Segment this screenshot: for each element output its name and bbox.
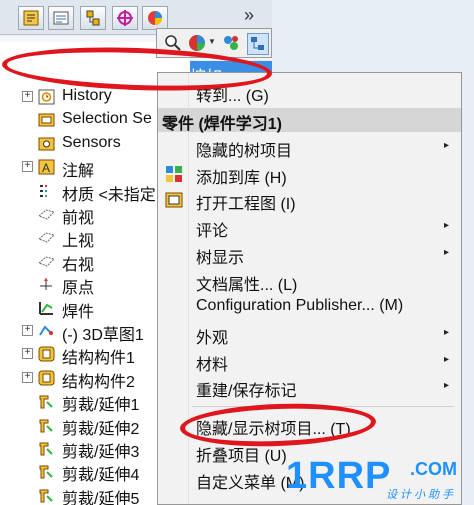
selection-sets-icon bbox=[38, 113, 55, 127]
menu-item[interactable]: 重建/保存标记 ▸ bbox=[158, 374, 461, 400]
tree-item-label: 上视 bbox=[62, 233, 95, 251]
plane-icon bbox=[38, 209, 55, 220]
submenu-arrow-icon: ▸ bbox=[443, 140, 449, 151]
weldment-icon bbox=[39, 301, 53, 315]
tree-item-label: 剪裁/延伸5 bbox=[62, 490, 140, 505]
menu-item-label: 材料 bbox=[196, 356, 229, 374]
menu-header: 零件 (焊件学习1) bbox=[158, 108, 461, 133]
tree-item-label: History bbox=[62, 87, 112, 104]
menu-item[interactable]: 树显示 ▸ bbox=[158, 241, 461, 267]
svg-text:A: A bbox=[42, 161, 50, 175]
feature-manager-tab[interactable] bbox=[18, 6, 44, 30]
submenu-arrow-icon: ▸ bbox=[443, 220, 449, 232]
tree-item-label: 焊件 bbox=[62, 303, 95, 321]
structural-member-icon bbox=[38, 346, 55, 362]
watermark-logo: 1RRP .COM 设计小助手 bbox=[286, 455, 474, 505]
tree-item-label: 剪裁/延伸4 bbox=[62, 467, 140, 485]
menu-item[interactable]: Configuration Publisher... (M) bbox=[158, 294, 461, 320]
menu-item-label: 评论 bbox=[196, 223, 229, 241]
property-manager-icon bbox=[53, 11, 69, 25]
appearance-icon[interactable] bbox=[187, 33, 207, 53]
origin-icon bbox=[40, 278, 52, 291]
display-manager-icon bbox=[148, 11, 162, 25]
menu-header-label: 零件 (焊件学习1) bbox=[162, 116, 283, 133]
more-tabs-chevron[interactable]: » bbox=[244, 6, 254, 24]
tree-item-label: 右视 bbox=[62, 256, 95, 274]
menu-item-label: Configuration Publisher... (M) bbox=[196, 297, 404, 315]
menu-item[interactable]: 隐藏的树项目 ▸ bbox=[158, 134, 461, 160]
menu-item[interactable]: 文档属性... (L) bbox=[158, 268, 461, 294]
menu-item[interactable]: 评论 ▸ bbox=[158, 214, 461, 240]
structural-member-icon bbox=[38, 370, 55, 386]
display-manager-tab[interactable] bbox=[142, 6, 168, 30]
tree-item-label: 剪裁/延伸3 bbox=[62, 444, 140, 461]
dimxpert-icon bbox=[117, 10, 133, 26]
tree-item-label: 前视 bbox=[62, 210, 95, 227]
tree-item-label: (-) 3D草图1 bbox=[62, 327, 144, 344]
trim-extend-icon bbox=[39, 442, 53, 456]
sketch3d-icon bbox=[39, 325, 53, 336]
appearance-dropdown-icon[interactable]: ▼ bbox=[208, 37, 216, 46]
tree-item-label: Sensors bbox=[62, 133, 121, 151]
submenu-arrow-icon: ▸ bbox=[443, 326, 449, 338]
menu-item-label: 打开工程图 (I) bbox=[196, 196, 296, 214]
submenu-arrow-icon: ▸ bbox=[443, 380, 449, 392]
expand-toggle-icon[interactable]: + bbox=[22, 325, 33, 336]
rebuild-icon[interactable] bbox=[247, 33, 269, 55]
tree-item-label: 剪裁/延伸1 bbox=[62, 397, 140, 415]
tree-item-label: 结构构件1 bbox=[62, 350, 135, 368]
tree-item-label: 结构构件2 bbox=[62, 373, 135, 391]
solidworks-window: » 焊件学习1 (Default<<按如... +HistorySelectio… bbox=[0, 0, 474, 505]
plane-icon bbox=[38, 256, 55, 267]
trim-extend-icon bbox=[39, 395, 53, 409]
history-icon bbox=[38, 89, 55, 105]
material-icon bbox=[40, 184, 47, 197]
menu-item-label: 文档属性... (L) bbox=[196, 276, 298, 294]
tree-item-label: 注解 bbox=[62, 163, 95, 181]
expand-toggle-icon[interactable]: + bbox=[22, 91, 33, 102]
menu-item[interactable]: 外观 ▸ bbox=[158, 321, 461, 347]
menu-item-label: 隐藏的树项目 bbox=[196, 143, 293, 160]
menu-item[interactable]: 材料 ▸ bbox=[158, 348, 461, 374]
watermark-tagline: 设计小助手 bbox=[386, 489, 456, 501]
add-library-icon bbox=[166, 165, 182, 182]
property-manager-tab[interactable] bbox=[48, 6, 74, 30]
tree-item-label: 材质 <未指定 bbox=[62, 186, 156, 204]
annotation-icon: A bbox=[38, 159, 55, 175]
submenu-arrow-icon: ▸ bbox=[443, 246, 449, 258]
expand-toggle-icon[interactable]: + bbox=[22, 161, 33, 173]
trim-extend-icon bbox=[39, 419, 53, 433]
sensor-icon bbox=[38, 137, 55, 151]
menu-item-label: 树显示 bbox=[196, 249, 245, 267]
configuration-manager-icon bbox=[86, 10, 100, 26]
sketch-icon[interactable] bbox=[221, 33, 241, 53]
menu-item[interactable]: 添加到库 (H) bbox=[158, 161, 461, 187]
feature-manager-icon bbox=[23, 10, 39, 26]
trim-extend-icon bbox=[39, 489, 53, 503]
menu-item-label: 外观 bbox=[196, 329, 229, 347]
expand-toggle-icon[interactable]: + bbox=[22, 348, 33, 360]
watermark-brand: 1RRP bbox=[286, 455, 392, 497]
menu-item[interactable]: 打开工程图 (I) bbox=[158, 187, 461, 213]
tree-item-label: 原点 bbox=[62, 280, 95, 298]
tree-item-label: Selection Se bbox=[62, 110, 152, 128]
trim-extend-icon bbox=[39, 465, 53, 479]
watermark-suffix: .COM bbox=[410, 459, 457, 479]
drawing-icon bbox=[165, 192, 183, 208]
expand-toggle-icon[interactable]: + bbox=[22, 371, 33, 383]
dimxpert-tab[interactable] bbox=[112, 6, 138, 30]
configuration-manager-tab[interactable] bbox=[80, 6, 106, 30]
tree-item-label: 剪裁/延伸2 bbox=[62, 420, 140, 438]
plane-icon bbox=[38, 232, 55, 243]
menu-item-label: 添加到库 (H) bbox=[196, 169, 287, 187]
menu-item-label: 重建/保存标记 bbox=[196, 383, 297, 401]
submenu-arrow-icon: ▸ bbox=[443, 353, 449, 365]
